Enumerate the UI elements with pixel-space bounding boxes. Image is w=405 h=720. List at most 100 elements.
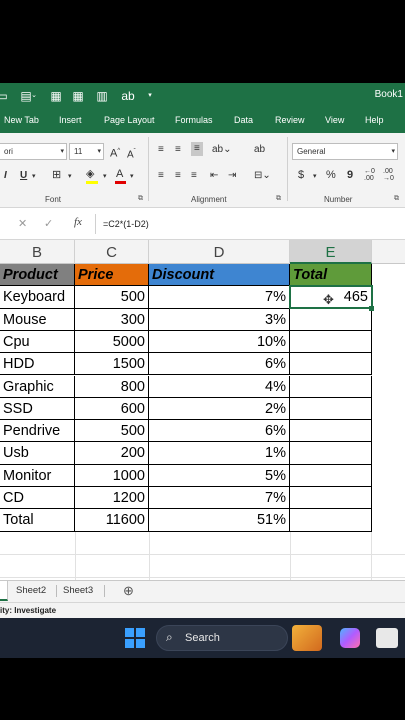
align-right-icon[interactable]: ≡ (191, 170, 197, 182)
cell-total[interactable] (290, 442, 372, 465)
cell-discount[interactable]: 5% (149, 464, 290, 487)
tab-data[interactable]: Data (234, 115, 253, 125)
cell-product[interactable]: Total (0, 509, 75, 532)
cell-total[interactable] (290, 487, 372, 510)
dialog-launcher-icon[interactable]: ⧉ (276, 195, 281, 203)
cell-product[interactable]: Graphic (0, 375, 75, 398)
cell-total[interactable] (290, 375, 372, 398)
align-left-icon[interactable]: ≡ (158, 170, 164, 182)
header-total[interactable]: Total (290, 264, 372, 287)
tab-page-layout[interactable]: Page Layout (104, 115, 155, 125)
header-discount[interactable]: Discount (149, 264, 290, 287)
cell-price[interactable]: 500 (75, 420, 149, 443)
table-icon[interactable]: ▦ (48, 88, 64, 104)
underline-button[interactable]: U (20, 170, 27, 182)
formula-input[interactable]: =C2*(1-D2) (103, 219, 149, 229)
spelling-icon[interactable]: ab (120, 88, 136, 104)
cancel-icon[interactable]: ✕ (18, 217, 27, 230)
cell-discount[interactable]: 7% (149, 286, 290, 309)
cell-product[interactable]: SSD (0, 397, 75, 421)
cell-discount[interactable]: 10% (149, 330, 290, 354)
cell-total[interactable] (290, 420, 372, 443)
cell-discount[interactable]: 3% (149, 308, 290, 331)
header-product[interactable]: Product (0, 264, 75, 287)
increase-decimal-icon[interactable]: ←0.00 (364, 168, 375, 182)
merge-center-icon[interactable]: ⊟⌄ (254, 170, 271, 182)
increase-font-size-button[interactable]: A^ (110, 145, 120, 160)
cell-price[interactable]: 1200 (75, 487, 149, 510)
fill-handle[interactable] (369, 306, 374, 311)
decrease-decimal-icon[interactable]: .00 →0 (383, 168, 394, 182)
chevron-down-icon[interactable]: ▾ (130, 171, 134, 183)
cell-product[interactable]: Usb (0, 442, 75, 465)
cell-price[interactable]: 500 (75, 286, 149, 309)
cell-product[interactable]: CD (0, 487, 75, 510)
decrease-font-size-button[interactable]: Aˇ (127, 146, 136, 161)
dialog-launcher-icon[interactable]: ⧉ (394, 195, 399, 203)
cell-product[interactable]: Pendrive (0, 420, 75, 443)
decrease-indent-icon[interactable]: ⇤ (210, 170, 218, 182)
align-middle-icon[interactable]: ≡ (175, 144, 181, 156)
app-icon[interactable] (376, 628, 398, 648)
cell-total[interactable] (290, 308, 372, 331)
cell-product[interactable]: Keyboard (0, 286, 75, 309)
tab-view[interactable]: View (325, 115, 344, 125)
tab-help[interactable]: Help (365, 115, 384, 125)
cell-total[interactable] (290, 353, 372, 376)
align-center-icon[interactable]: ≡ (175, 170, 181, 182)
cell-product[interactable]: HDD (0, 353, 75, 376)
header-price[interactable]: Price (75, 264, 149, 287)
chevron-down-icon[interactable]: ⌄ (30, 88, 38, 104)
currency-format-button[interactable]: $ (298, 169, 304, 181)
column-header-d[interactable]: D (149, 240, 290, 264)
align-bottom-icon[interactable]: ≡ (191, 142, 203, 156)
tab-review[interactable]: Review (275, 115, 305, 125)
cell-price[interactable]: 800 (75, 375, 149, 398)
chevron-down-icon[interactable]: ▾ (313, 171, 317, 183)
orientation-icon[interactable]: ab⌄ (212, 144, 232, 156)
fill-color-icon[interactable]: ◈ (86, 168, 94, 180)
sheet-tab-3[interactable]: Sheet3 (63, 585, 93, 596)
cell-discount[interactable]: 7% (149, 487, 290, 510)
cell-product[interactable]: Cpu (0, 330, 75, 354)
align-top-icon[interactable]: ≡ (158, 144, 164, 156)
cell-total[interactable] (290, 397, 372, 421)
font-color-icon[interactable]: A (116, 168, 123, 180)
cell-price[interactable]: 11600 (75, 509, 149, 532)
cell-total[interactable] (290, 464, 372, 487)
copilot-icon[interactable] (340, 628, 360, 648)
cell-price[interactable]: 1000 (75, 464, 149, 487)
comma-style-button[interactable]: 9 (347, 169, 353, 181)
cell-price[interactable]: 1500 (75, 353, 149, 376)
tab-new-tab[interactable]: New Tab (4, 115, 39, 125)
cell-discount[interactable]: 4% (149, 375, 290, 398)
customize-toolbar-icon[interactable]: ▾ (142, 88, 158, 104)
wrap-text-icon[interactable]: ab (254, 144, 265, 156)
tab-formulas[interactable]: Formulas (175, 115, 213, 125)
column-header-e[interactable]: E (290, 240, 372, 264)
cell-discount[interactable]: 2% (149, 397, 290, 421)
italic-button[interactable]: I (4, 170, 7, 182)
insert-function-icon[interactable]: fx (74, 216, 82, 228)
column-header-c[interactable]: C (75, 240, 149, 264)
chevron-down-icon[interactable]: ▾ (32, 171, 36, 183)
grid-icon[interactable]: ▦ (70, 88, 86, 104)
number-format-select[interactable]: General ▾ (292, 143, 398, 160)
chevron-down-icon[interactable]: ▾ (68, 171, 72, 183)
tab-insert[interactable]: Insert (59, 115, 82, 125)
column-header-b[interactable]: B (0, 240, 75, 264)
sheet-tab-2[interactable]: Sheet2 (16, 585, 46, 596)
taskbar-search[interactable]: ⌕ Search (156, 625, 322, 651)
cell-total[interactable] (290, 330, 372, 354)
enter-icon[interactable]: ✓ (44, 217, 53, 230)
search-highlight-icon[interactable] (292, 625, 322, 651)
percent-format-button[interactable]: % (326, 169, 336, 181)
active-sheet-tab[interactable] (0, 581, 8, 601)
cell-price[interactable]: 600 (75, 397, 149, 421)
cell-discount[interactable]: 6% (149, 353, 290, 376)
save-icon[interactable]: ▭ (0, 88, 10, 104)
cell-price[interactable]: 5000 (75, 330, 149, 354)
cell-discount[interactable]: 1% (149, 442, 290, 465)
worksheet-grid[interactable]: Product Price Discount Total Keyboard 500… (0, 264, 405, 580)
dialog-launcher-icon[interactable]: ⧉ (138, 195, 143, 203)
